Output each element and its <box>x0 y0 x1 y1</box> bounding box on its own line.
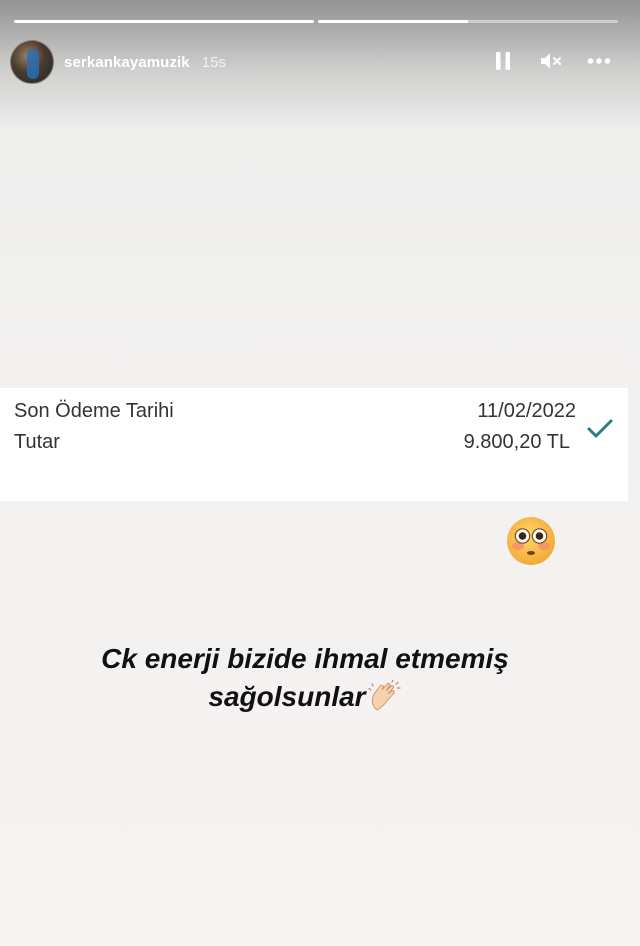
caption-line-2: sağolsunlar <box>208 681 366 712</box>
amount-row: Tutar 9.800,20 TL <box>14 431 576 454</box>
more-horizontal-icon <box>587 58 611 64</box>
caption-line-2-container: sağolsunlar <box>208 678 401 716</box>
speaker-muted-icon <box>541 53 561 69</box>
story-progress-bar <box>14 20 618 23</box>
avatar[interactable] <box>10 40 54 84</box>
mute-button[interactable] <box>538 48 564 74</box>
story-header: serkankayamuzik 15s <box>10 40 622 84</box>
due-date-row: Son Ödeme Tarihi 11/02/2022 <box>14 400 576 423</box>
post-time: 15s <box>201 53 226 71</box>
more-options-button[interactable] <box>586 48 612 74</box>
clapping-hands-emoji <box>367 680 401 711</box>
amount-label: Tutar <box>14 431 60 453</box>
bill-card: Son Ödeme Tarihi 11/02/2022 Tutar 9.800,… <box>0 388 628 501</box>
story-progress-segment <box>14 20 314 23</box>
story-progress-segment <box>318 20 618 23</box>
story-caption: Ck enerji bizide ihmal etmemiş sağolsunl… <box>0 640 610 716</box>
story-controls <box>490 48 612 74</box>
caption-line-1: Ck enerji bizide ihmal etmemiş <box>101 643 509 674</box>
pause-icon <box>496 52 510 70</box>
amount-value: 9.800,20 TL <box>463 431 570 453</box>
checkmark-icon <box>587 419 613 438</box>
due-date-value: 11/02/2022 <box>477 400 576 422</box>
flushed-face-emoji <box>507 517 555 565</box>
due-date-label: Son Ödeme Tarihi <box>14 400 174 422</box>
pause-button[interactable] <box>490 48 516 74</box>
username[interactable]: serkankayamuzik <box>64 54 190 71</box>
